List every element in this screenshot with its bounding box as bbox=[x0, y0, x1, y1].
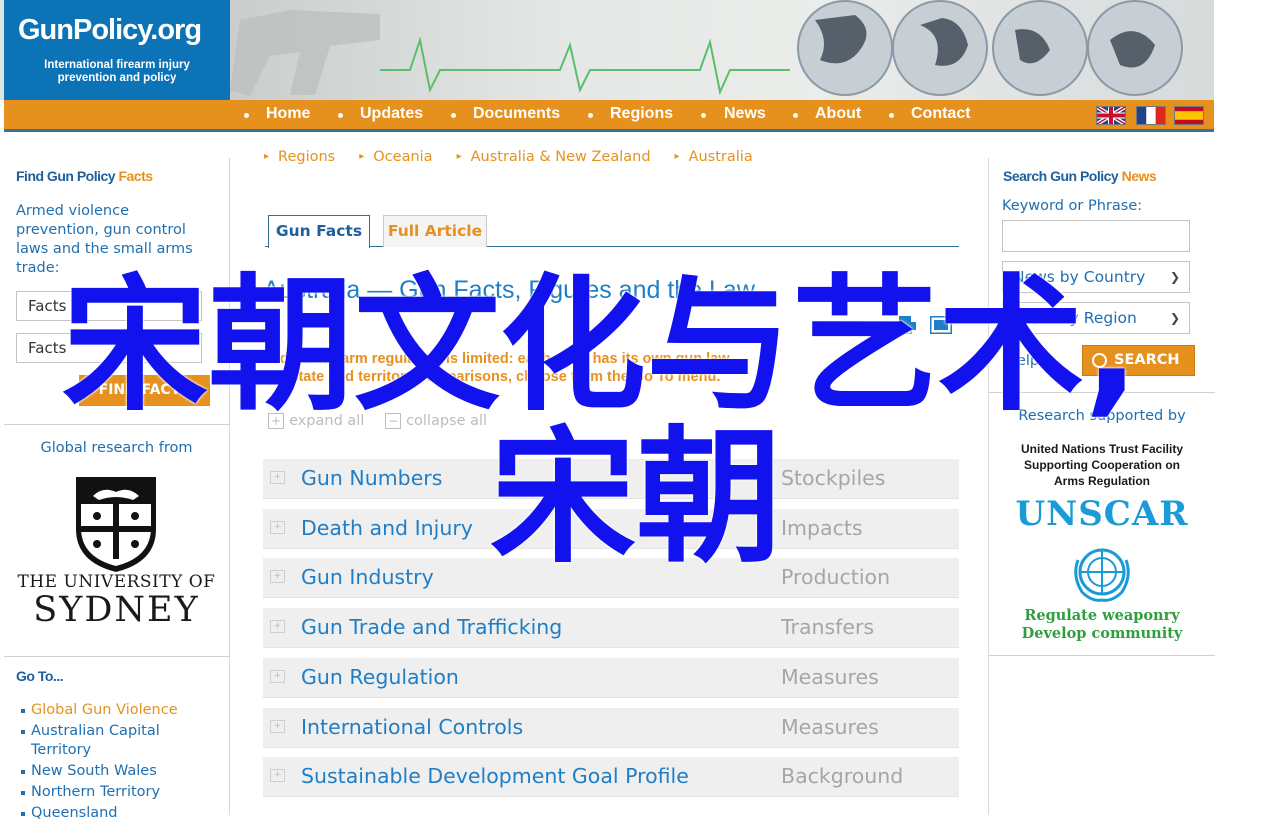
university-name-line2: SYDNEY bbox=[33, 590, 200, 630]
breadcrumb-australia-nz[interactable]: Australia & New Zealand bbox=[457, 149, 651, 165]
search-news-title: Search Gun Policy News bbox=[1003, 168, 1157, 184]
section-category: Impacts bbox=[781, 516, 863, 540]
page: GunPolicy.org International firearm inju… bbox=[0, 0, 1269, 821]
section-row-gun-regulation[interactable]: + Gun Regulation Measures bbox=[263, 658, 959, 698]
goto-item[interactable]: New South Wales bbox=[20, 762, 220, 781]
nav-bullet bbox=[338, 113, 343, 118]
search-news-title-b: News bbox=[1121, 168, 1157, 184]
expand-icon: + bbox=[270, 521, 285, 534]
breadcrumb-regions[interactable]: Regions bbox=[264, 149, 335, 165]
watermark-line1: 宋朝文化与艺术, bbox=[62, 261, 1140, 431]
find-facts-title-b: Facts bbox=[118, 168, 153, 184]
goto-item[interactable]: Global Gun Violence bbox=[20, 701, 220, 720]
breadcrumb-oceania[interactable]: Oceania bbox=[359, 149, 432, 165]
expand-icon: + bbox=[270, 620, 285, 633]
logo-tagline-line2: prevention and policy bbox=[57, 72, 177, 84]
goto-item[interactable]: Queensland bbox=[20, 804, 220, 823]
section-label: Gun Numbers bbox=[301, 466, 443, 490]
divider bbox=[989, 655, 1215, 656]
section-category: Measures bbox=[781, 665, 879, 689]
nav-bullet bbox=[244, 113, 249, 118]
goto-item[interactable]: Australian Capital Territory bbox=[20, 722, 220, 760]
unscar-tagline: Regulate weaponry Develop community bbox=[989, 607, 1215, 643]
untf-line2: Supporting Cooperation on bbox=[1024, 458, 1180, 472]
goto-list: Global Gun Violence Australian Capital T… bbox=[20, 701, 220, 825]
find-facts-title: Find Gun Policy Facts bbox=[16, 168, 153, 184]
header-banner bbox=[230, 0, 1214, 100]
left-sidebar: Find Gun Policy Facts Armed violence pre… bbox=[4, 158, 230, 821]
section-category: Stockpiles bbox=[781, 466, 886, 490]
expand-icon: + bbox=[270, 769, 285, 782]
nav-updates[interactable]: Updates bbox=[360, 105, 423, 123]
right-sidebar: Search Gun Policy News Keyword or Phrase… bbox=[988, 158, 1215, 815]
nav-regions[interactable]: Regions bbox=[610, 105, 673, 123]
banner-graphic bbox=[230, 0, 1183, 96]
tab-full-article[interactable]: Full Article bbox=[383, 215, 487, 247]
section-label: Death and Injury bbox=[301, 516, 473, 540]
main-nav: Home Updates Documents Regions News Abou… bbox=[4, 100, 1214, 132]
tab-gun-facts[interactable]: Gun Facts bbox=[268, 215, 370, 248]
unscar-tag-line1: Regulate weaponry bbox=[1024, 607, 1180, 624]
nav-bullet bbox=[451, 113, 456, 118]
section-category: Production bbox=[781, 565, 891, 589]
goto-item[interactable]: Northern Territory bbox=[20, 783, 220, 802]
facts-select-2-value: Facts bbox=[28, 339, 67, 357]
nav-contact[interactable]: Contact bbox=[911, 105, 971, 123]
logo-tagline: International firearm injury prevention … bbox=[4, 59, 230, 85]
nav-about[interactable]: About bbox=[815, 105, 861, 123]
section-category: Measures bbox=[781, 715, 879, 739]
spain-flag-icon[interactable] bbox=[1174, 106, 1204, 125]
uk-flag-icon[interactable] bbox=[1096, 106, 1126, 125]
france-flag-icon[interactable] bbox=[1136, 106, 1166, 125]
find-facts-title-a: Find Gun Policy bbox=[16, 168, 116, 184]
untf-line3: Arms Regulation bbox=[1053, 474, 1150, 488]
expand-icon: + bbox=[270, 570, 285, 583]
global-research-label: Global research from bbox=[40, 440, 193, 456]
logo-tagline-line1: International firearm injury bbox=[44, 59, 190, 71]
university-crest-icon[interactable] bbox=[73, 474, 159, 574]
site-header: GunPolicy.org International firearm inju… bbox=[0, 0, 1214, 100]
section-category: Transfers bbox=[781, 615, 875, 639]
chevron-down-icon: ❯ bbox=[1169, 270, 1180, 284]
university-name-line1: THE UNIVERSITY OF bbox=[17, 572, 216, 592]
breadcrumb: Regions Oceania Australia & New Zealand Aus… bbox=[264, 149, 777, 165]
section-row-international-controls[interactable]: + International Controls Measures bbox=[263, 708, 959, 748]
expand-icon: + bbox=[270, 720, 285, 733]
section-label: International Controls bbox=[301, 715, 524, 739]
untf-line1: United Nations Trust Facility bbox=[1020, 442, 1184, 456]
section-category: Background bbox=[781, 764, 904, 788]
nav-home[interactable]: Home bbox=[266, 105, 310, 123]
section-row-gun-trade[interactable]: + Gun Trade and Trafficking Transfers bbox=[263, 608, 959, 648]
divider bbox=[4, 656, 229, 657]
section-row-sdg-profile[interactable]: + Sustainable Development Goal Profile B… bbox=[263, 757, 959, 797]
section-label: Gun Industry bbox=[301, 565, 434, 589]
goto-title: Go To... bbox=[16, 668, 64, 684]
section-label: Sustainable Development Goal Profile bbox=[301, 764, 689, 788]
expand-icon: + bbox=[270, 670, 285, 683]
nav-bullet bbox=[889, 113, 894, 118]
site-logo[interactable]: GunPolicy.org International firearm inju… bbox=[4, 0, 230, 100]
section-label: Gun Trade and Trafficking bbox=[301, 615, 563, 639]
keyword-input[interactable] bbox=[1002, 220, 1190, 252]
unscar-wordmark[interactable]: UNSCAR bbox=[989, 494, 1215, 534]
unscar-tag-line2: Develop community bbox=[1021, 625, 1183, 642]
watermark-line2: 宋朝 bbox=[490, 413, 782, 583]
nav-bullet bbox=[701, 113, 706, 118]
untf-text: United Nations Trust Facility Supporting… bbox=[989, 441, 1215, 489]
nav-documents[interactable]: Documents bbox=[473, 105, 560, 123]
nav-bullet bbox=[588, 113, 593, 118]
breadcrumb-australia[interactable]: Australia bbox=[675, 149, 753, 165]
search-news-title-a: Search Gun Policy bbox=[1003, 168, 1119, 184]
expand-icon: + bbox=[270, 471, 285, 484]
section-label: Gun Regulation bbox=[301, 665, 459, 689]
un-emblem-icon[interactable] bbox=[1068, 542, 1136, 604]
nav-bullet bbox=[793, 113, 798, 118]
logo-title: GunPolicy.org bbox=[18, 14, 202, 46]
keyword-label: Keyword or Phrase: bbox=[1002, 198, 1143, 214]
facts-select-1-value: Facts bbox=[28, 297, 67, 315]
nav-news[interactable]: News bbox=[724, 105, 766, 123]
chevron-down-icon: ❯ bbox=[1169, 311, 1180, 325]
